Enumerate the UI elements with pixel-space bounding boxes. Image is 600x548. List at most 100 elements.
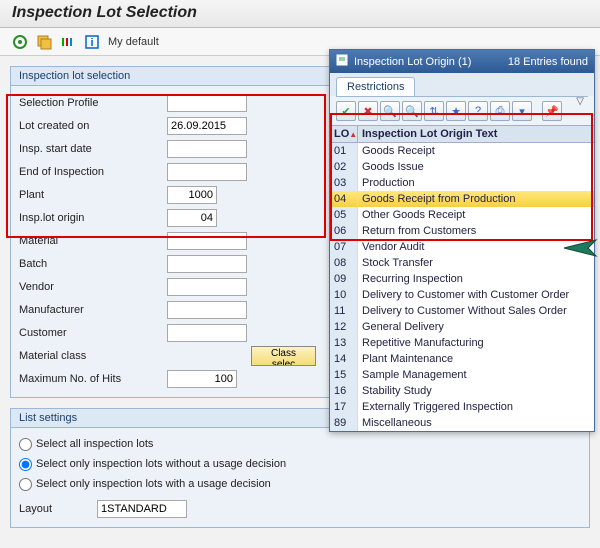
max-hits-input[interactable]: [167, 370, 237, 388]
window-title: Inspection Lot Selection: [0, 0, 600, 28]
batch-label: Batch: [17, 258, 167, 270]
row-text: Goods Receipt: [358, 143, 594, 159]
my-default-label[interactable]: My default: [108, 36, 159, 48]
table-row[interactable]: 10Delivery to Customer with Customer Ord…: [330, 287, 594, 303]
selection-profile-input[interactable]: [167, 94, 247, 112]
popup-title-text: Inspection Lot Origin (1): [354, 56, 471, 68]
row-code: 15: [330, 367, 358, 383]
plant-label: Plant: [17, 189, 167, 201]
end-inspection-label: End of Inspection: [17, 166, 167, 178]
row-text: Other Goods Receipt: [358, 207, 594, 223]
customer-input[interactable]: [167, 324, 247, 342]
ok-icon[interactable]: ✔: [336, 101, 356, 121]
vendor-label: Vendor: [17, 281, 167, 293]
print-icon[interactable]: ⎙: [490, 101, 510, 121]
pin-icon[interactable]: 📌: [542, 101, 562, 121]
table-row[interactable]: 08Stock Transfer: [330, 255, 594, 271]
value-help-popup: Inspection Lot Origin (1) 18 Entries fou…: [329, 49, 595, 432]
row-text: Externally Triggered Inspection: [358, 399, 594, 415]
execute-icon[interactable]: [12, 34, 28, 50]
row-text: Recurring Inspection: [358, 271, 594, 287]
material-class-label: Material class: [17, 350, 167, 362]
manufacturer-input[interactable]: [167, 301, 247, 319]
row-code: 16: [330, 383, 358, 399]
row-code: 09: [330, 271, 358, 287]
row-text: Repetitive Manufacturing: [358, 335, 594, 351]
popup-toolbar: ✔ ✖ 🔍 🔍 ⇅ ★ ? ⎙ ▾ 📌: [330, 97, 594, 125]
document-icon: [336, 54, 348, 69]
table-row[interactable]: 05Other Goods Receipt: [330, 207, 594, 223]
row-code: 89: [330, 415, 358, 431]
table-row[interactable]: 16Stability Study: [330, 383, 594, 399]
row-code: 04: [330, 191, 358, 207]
insp-start-input[interactable]: [167, 140, 247, 158]
table-row[interactable]: 01Goods Receipt: [330, 143, 594, 159]
row-text: Sample Management: [358, 367, 594, 383]
row-code: 01: [330, 143, 358, 159]
batch-input[interactable]: [167, 255, 247, 273]
lot-created-label: Lot created on: [17, 120, 167, 132]
plant-input[interactable]: [167, 186, 217, 204]
table-row[interactable]: 02Goods Issue: [330, 159, 594, 175]
row-text: Stock Transfer: [358, 255, 594, 271]
col-code-header[interactable]: LO▲: [330, 126, 358, 142]
class-select-button[interactable]: Class selec: [251, 346, 316, 366]
row-code: 12: [330, 319, 358, 335]
manufacturer-label: Manufacturer: [17, 304, 167, 316]
collapse-icon[interactable]: ▽: [576, 96, 584, 107]
row-code: 11: [330, 303, 358, 319]
cancel-icon[interactable]: ✖: [358, 101, 378, 121]
help-icon[interactable]: ?: [468, 101, 488, 121]
row-code: 06: [330, 223, 358, 239]
info-icon[interactable]: i: [84, 34, 100, 50]
table-row[interactable]: 15Sample Management: [330, 367, 594, 383]
favorite-icon[interactable]: ★: [446, 101, 466, 121]
variant-icon[interactable]: [36, 34, 52, 50]
table-row[interactable]: 03Production: [330, 175, 594, 191]
row-text: Goods Receipt from Production: [358, 191, 594, 207]
table-row[interactable]: 13Repetitive Manufacturing: [330, 335, 594, 351]
dropdown-icon[interactable]: ▾: [512, 101, 532, 121]
material-label: Material: [17, 235, 167, 247]
end-inspection-input[interactable]: [167, 163, 247, 181]
insp-start-label: Insp. start date: [17, 143, 167, 155]
row-text: Production: [358, 175, 594, 191]
row-code: 17: [330, 399, 358, 415]
row-code: 02: [330, 159, 358, 175]
insp-lot-origin-label: Insp.lot origin: [17, 212, 167, 224]
table-row[interactable]: 06Return from Customers: [330, 223, 594, 239]
search-more-icon[interactable]: 🔍: [402, 101, 422, 121]
lot-created-input[interactable]: [167, 117, 247, 135]
row-text: Return from Customers: [358, 223, 594, 239]
radio-with-ud[interactable]: Select only inspection lots with a usage…: [17, 474, 583, 494]
row-text: Delivery to Customer with Customer Order: [358, 287, 594, 303]
row-text: Delivery to Customer Without Sales Order: [358, 303, 594, 319]
table-row[interactable]: 12General Delivery: [330, 319, 594, 335]
table-row[interactable]: 09Recurring Inspection: [330, 271, 594, 287]
table-row[interactable]: 89Miscellaneous: [330, 415, 594, 431]
row-text: Miscellaneous: [358, 415, 594, 431]
list-icon[interactable]: [60, 34, 76, 50]
row-text: Plant Maintenance: [358, 351, 594, 367]
row-code: 13: [330, 335, 358, 351]
table-row[interactable]: 04Goods Receipt from Production: [330, 191, 594, 207]
table-row[interactable]: 07Vendor Audit: [330, 239, 594, 255]
row-text: General Delivery: [358, 319, 594, 335]
table-row[interactable]: 11Delivery to Customer Without Sales Ord…: [330, 303, 594, 319]
col-text-header[interactable]: Inspection Lot Origin Text: [358, 126, 594, 142]
vendor-input[interactable]: [167, 278, 247, 296]
search-icon[interactable]: 🔍: [380, 101, 400, 121]
row-text: Stability Study: [358, 383, 594, 399]
material-input[interactable]: [167, 232, 247, 250]
row-text: Goods Issue: [358, 159, 594, 175]
radio-all-lots[interactable]: Select all inspection lots: [17, 434, 583, 454]
row-text: Vendor Audit: [358, 239, 594, 255]
radio-without-ud[interactable]: Select only inspection lots without a us…: [17, 454, 583, 474]
row-code: 05: [330, 207, 358, 223]
insp-lot-origin-input[interactable]: [167, 209, 217, 227]
table-row[interactable]: 14Plant Maintenance: [330, 351, 594, 367]
table-row[interactable]: 17Externally Triggered Inspection: [330, 399, 594, 415]
sort-icon[interactable]: ⇅: [424, 101, 444, 121]
layout-input[interactable]: [97, 500, 187, 518]
restrictions-tab[interactable]: Restrictions: [336, 77, 415, 96]
